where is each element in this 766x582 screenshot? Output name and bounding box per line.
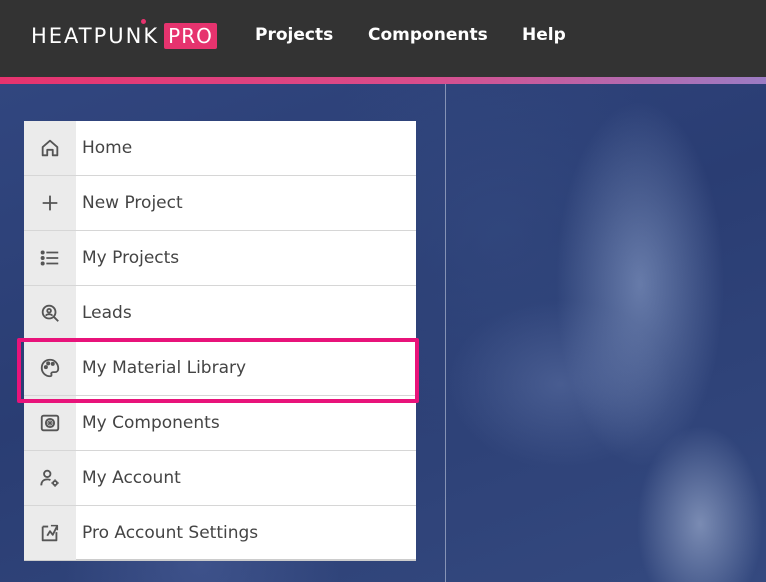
palette-icon: [24, 341, 76, 395]
menu-item-label: Home: [82, 138, 133, 158]
component-icon: [24, 396, 76, 450]
menu-item-leads[interactable]: Leads: [24, 286, 416, 341]
menu-item-my-components[interactable]: My Components: [24, 396, 416, 451]
menu-item-label: My Account: [82, 468, 181, 488]
menu-item-label: New Project: [82, 193, 183, 213]
menu-item-home[interactable]: Home: [24, 121, 416, 176]
logo-text: HEATPUNK: [31, 24, 160, 48]
user-gear-icon: [24, 451, 76, 505]
search-user-icon: [24, 286, 76, 340]
list-icon: [24, 231, 76, 285]
heatpunk-logo[interactable]: HEATPUNK PRO: [31, 19, 217, 50]
nav-help[interactable]: Help: [522, 25, 566, 45]
logo-pro-badge: PRO: [164, 23, 217, 49]
nav-components[interactable]: Components: [368, 25, 488, 45]
nav-projects[interactable]: Projects: [255, 25, 333, 45]
menu-item-label: Leads: [82, 303, 132, 323]
main-menu: Home New Project My Projects Leads My Ma…: [24, 121, 416, 561]
menu-item-my-account[interactable]: My Account: [24, 451, 416, 506]
menu-item-label: Pro Account Settings: [82, 522, 259, 543]
home-icon: [24, 121, 76, 175]
menu-item-label: My Material Library: [82, 358, 247, 378]
settings-doc-icon: [24, 505, 76, 560]
menu-item-my-projects[interactable]: My Projects: [24, 231, 416, 286]
menu-item-pro-account-settings[interactable]: Pro Account Settings: [24, 505, 416, 561]
menu-item-new-project[interactable]: New Project: [24, 176, 416, 231]
logo-dot-accent: [141, 19, 146, 24]
menu-item-my-material-library[interactable]: My Material Library: [24, 341, 416, 396]
header-accent-strip: [0, 77, 766, 84]
plus-icon: [24, 176, 76, 230]
top-navigation-bar: HEATPUNK PRO Projects Components Help: [0, 0, 766, 77]
menu-item-label: My Components: [82, 413, 220, 433]
menu-item-label: My Projects: [82, 248, 180, 268]
map-divider-line: [445, 84, 446, 582]
